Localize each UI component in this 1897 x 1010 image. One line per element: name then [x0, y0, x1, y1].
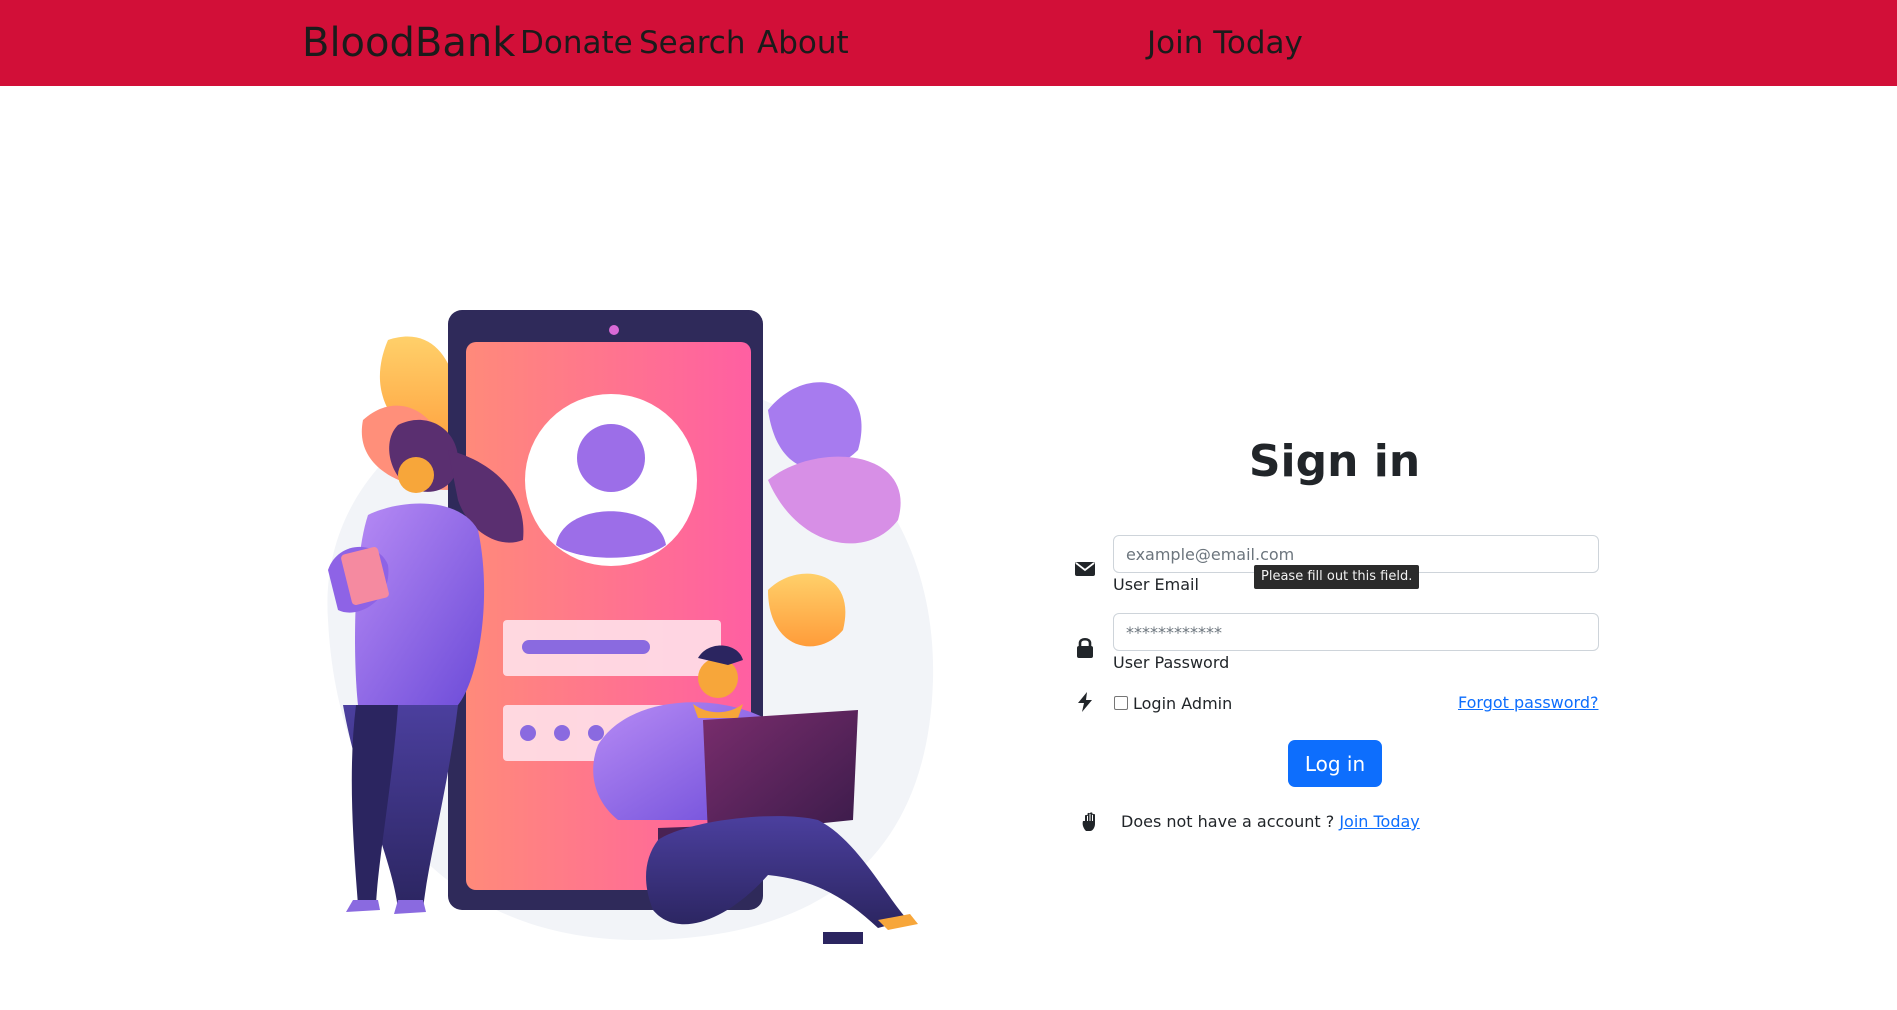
admin-checkbox[interactable] [1114, 696, 1128, 710]
login-button[interactable]: Log in [1288, 740, 1382, 787]
nav-join-today[interactable]: Join Today [1147, 23, 1303, 63]
validation-tooltip: Please fill out this field. [1254, 565, 1420, 589]
signup-prompt: Does not have a account ? Join Today [1121, 811, 1420, 833]
password-input[interactable] [1113, 613, 1599, 651]
signup-text: Does not have a account ? [1121, 812, 1335, 831]
top-navbar: BloodBank Donate Search About Join Today [0, 0, 1897, 86]
lock-icon [1074, 636, 1098, 660]
brand-logo[interactable]: BloodBank [302, 20, 515, 66]
password-label: User Password [1113, 653, 1230, 672]
admin-checkbox-label[interactable]: Login Admin [1133, 694, 1232, 713]
forgot-password-link[interactable]: Forgot password? [1458, 692, 1598, 714]
admin-checkbox-group: Login Admin [1113, 692, 1232, 714]
signin-title: Sign in [1248, 436, 1421, 487]
nav-donate[interactable]: Donate [520, 23, 633, 63]
hand-icon [1080, 811, 1104, 835]
email-label: User Email [1113, 575, 1199, 594]
envelope-icon [1074, 558, 1098, 582]
join-today-link[interactable]: Join Today [1339, 812, 1419, 831]
login-illustration-art [327, 310, 934, 944]
login-illustration [298, 300, 948, 960]
bolt-icon [1075, 691, 1099, 715]
nav-search[interactable]: Search [639, 23, 746, 63]
nav-about[interactable]: About [757, 23, 849, 63]
